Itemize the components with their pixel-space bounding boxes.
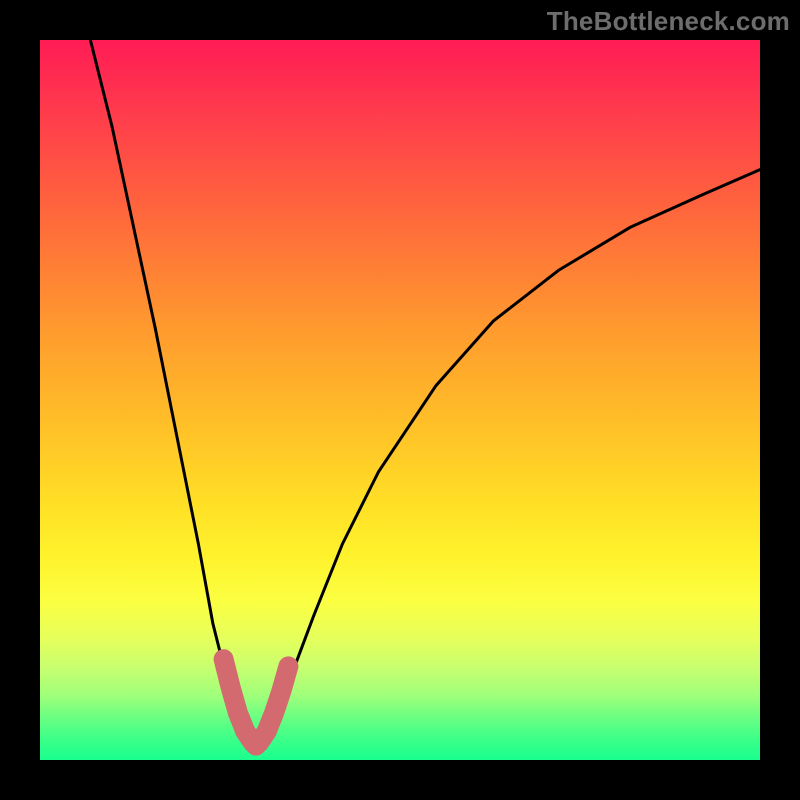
plot-area — [40, 40, 760, 760]
chart-frame: TheBottleneck.com — [0, 0, 800, 800]
bottleneck-curve — [90, 40, 760, 746]
sweet-spot-band — [224, 659, 289, 745]
chart-svg — [40, 40, 760, 760]
watermark-text: TheBottleneck.com — [547, 6, 790, 37]
